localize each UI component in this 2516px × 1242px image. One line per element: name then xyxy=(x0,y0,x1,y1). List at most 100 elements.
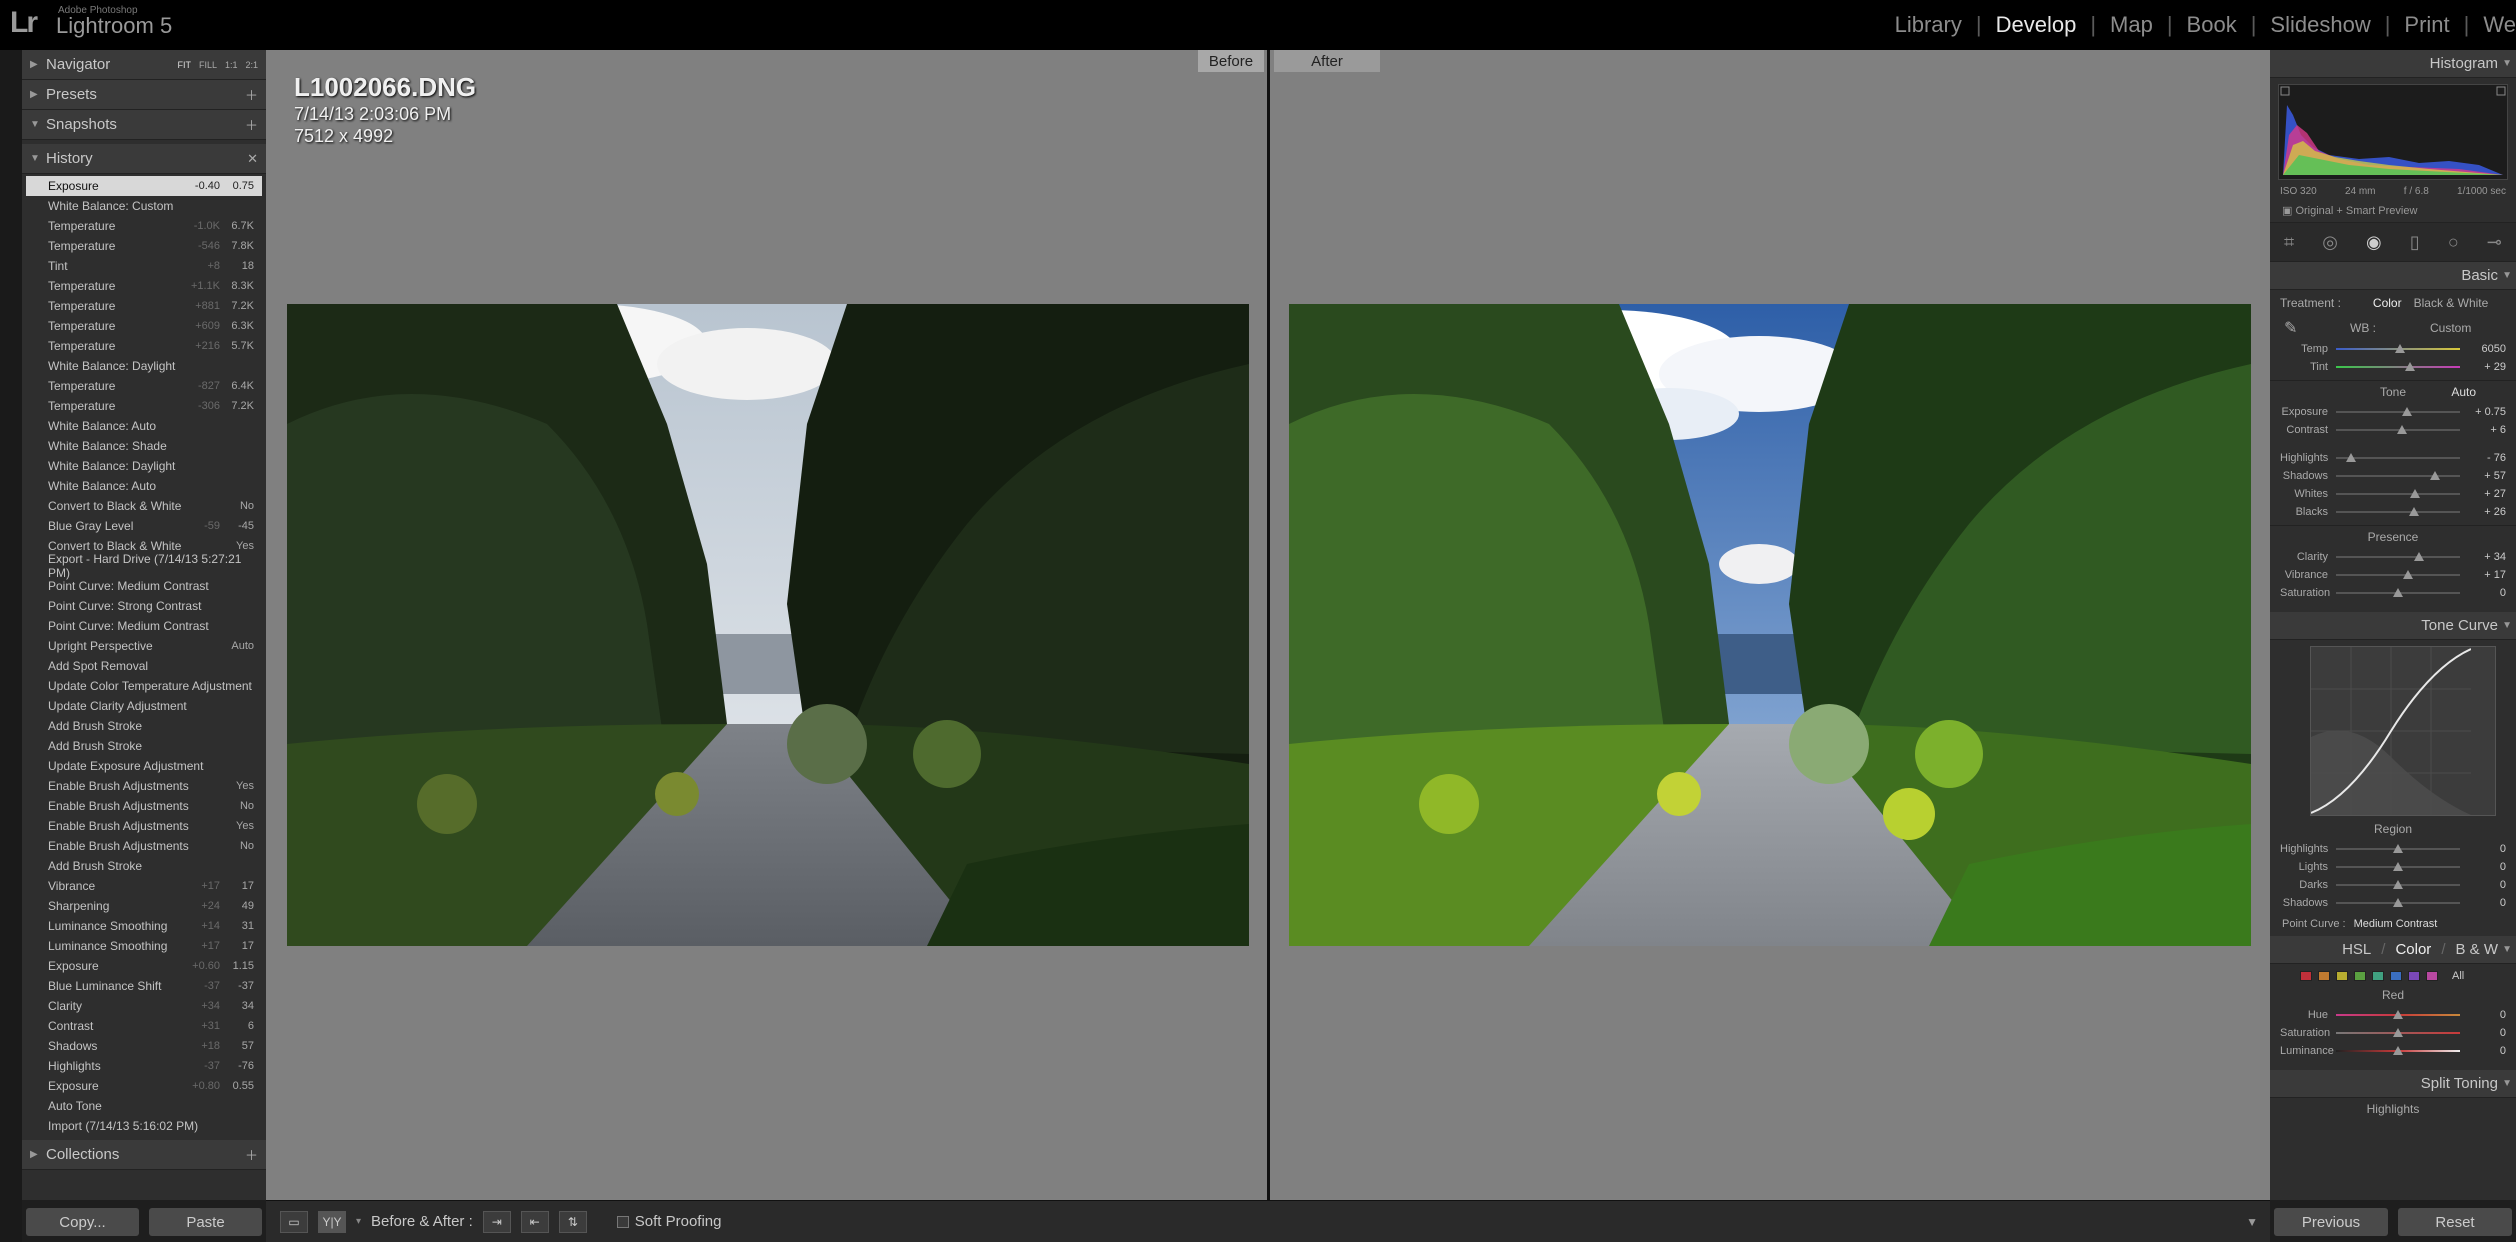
history-item[interactable]: Export - Hard Drive (7/14/13 5:27:21 PM) xyxy=(26,552,262,580)
module-develop[interactable]: Develop xyxy=(1996,12,2077,38)
slider-clarity[interactable]: Clarity + 34 xyxy=(2270,548,2516,566)
tone-curve-graph[interactable] xyxy=(2310,646,2496,816)
slider-thumb[interactable] xyxy=(2393,1028,2403,1037)
history-item[interactable]: Exposure +0.80 0.55 xyxy=(26,1076,262,1096)
history-item[interactable]: Add Brush Stroke xyxy=(26,856,262,876)
loupe-view-button[interactable]: ▭ xyxy=(280,1210,308,1233)
slider-thumb[interactable] xyxy=(2405,362,2416,371)
slider-thumb[interactable] xyxy=(2409,507,2420,516)
slider-highlights[interactable]: Highlights - 76 xyxy=(2270,449,2516,467)
slider-thumb[interactable] xyxy=(2393,1046,2403,1055)
copy-before-to-after-button[interactable]: ⇥ xyxy=(482,1210,511,1233)
basic-header[interactable]: Basic ▼ xyxy=(2270,262,2516,290)
slider-track[interactable] xyxy=(2336,425,2460,434)
slider-track[interactable] xyxy=(2336,344,2460,353)
slider-luminance[interactable]: Luminance 0 xyxy=(2270,1042,2516,1060)
toolbar-options-icon[interactable]: ▼ xyxy=(2246,1215,2258,1229)
history-item[interactable]: White Balance: Daylight xyxy=(26,356,262,376)
history-item[interactable]: Temperature +881 7.2K xyxy=(26,296,262,316)
slider-track[interactable] xyxy=(2336,489,2460,498)
slider-track[interactable] xyxy=(2336,588,2460,597)
history-item[interactable]: Luminance Smoothing +17 17 xyxy=(26,936,262,956)
slider-track[interactable] xyxy=(2336,1028,2460,1037)
history-item[interactable]: Temperature -306 7.2K xyxy=(26,396,262,416)
slider-track[interactable] xyxy=(2336,898,2460,907)
treatment-color[interactable]: Color xyxy=(2373,296,2402,310)
zoom-1-1[interactable]: 1:1 xyxy=(225,60,238,70)
slider-thumb[interactable] xyxy=(2345,453,2356,462)
slider-thumb[interactable] xyxy=(2395,344,2406,353)
history-item[interactable]: Tint +8 18 xyxy=(26,256,262,276)
tab-bw[interactable]: B & W xyxy=(2455,941,2498,958)
history-item[interactable]: Clarity +34 34 xyxy=(26,996,262,1016)
slider-thumb[interactable] xyxy=(2402,570,2413,579)
slider-thumb[interactable] xyxy=(2393,1010,2403,1019)
red-eye-icon[interactable]: ◉ xyxy=(2366,232,2382,253)
history-item[interactable]: White Balance: Auto xyxy=(26,476,262,496)
history-item[interactable]: Point Curve: Medium Contrast xyxy=(26,576,262,596)
history-item[interactable]: Point Curve: Strong Contrast xyxy=(26,596,262,616)
history-item[interactable]: Update Clarity Adjustment xyxy=(26,696,262,716)
add-preset-icon[interactable]: ＋ xyxy=(245,85,258,104)
history-item[interactable]: White Balance: Shade xyxy=(26,436,262,456)
copy-after-to-before-button[interactable]: ⇤ xyxy=(520,1210,549,1233)
color-swatch[interactable] xyxy=(2372,971,2384,981)
slider-exposure[interactable]: Exposure + 0.75 xyxy=(2270,403,2516,421)
adjustment-brush-icon[interactable]: ⊸ xyxy=(2487,232,2502,253)
previous-button[interactable]: Previous xyxy=(2274,1208,2388,1236)
zoom-2-1[interactable]: 2:1 xyxy=(245,60,258,70)
presets-header[interactable]: ▶ Presets ＋ xyxy=(22,80,266,110)
slider-thumb[interactable] xyxy=(2414,552,2425,561)
slider-thumb[interactable] xyxy=(2393,898,2403,907)
history-item[interactable]: Enable Brush Adjustments Yes xyxy=(26,816,262,836)
graduated-filter-icon[interactable]: ▯ xyxy=(2410,232,2420,253)
clear-history-icon[interactable]: ✕ xyxy=(247,151,258,167)
slider-thumb[interactable] xyxy=(2393,844,2403,853)
zoom-fill[interactable]: FILL xyxy=(199,60,217,70)
color-swatch[interactable] xyxy=(2354,971,2366,981)
copy-button[interactable]: Copy... xyxy=(26,1208,139,1236)
slider-thumb[interactable] xyxy=(2393,588,2403,597)
history-item[interactable]: Upright Perspective Auto xyxy=(26,636,262,656)
slider-track[interactable] xyxy=(2336,507,2460,516)
slider-track[interactable] xyxy=(2336,453,2460,462)
history-item[interactable]: Update Exposure Adjustment xyxy=(26,756,262,776)
history-item[interactable]: Update Color Temperature Adjustment xyxy=(26,676,262,696)
history-item[interactable]: Exposure -0.40 0.75 xyxy=(26,176,262,196)
color-swatch[interactable] xyxy=(2318,971,2330,981)
history-item[interactable]: Temperature +216 5.7K xyxy=(26,336,262,356)
history-item[interactable]: Temperature +1.1K 8.3K xyxy=(26,276,262,296)
after-photo[interactable] xyxy=(1289,304,2251,946)
spot-removal-icon[interactable]: ◎ xyxy=(2322,232,2338,253)
auto-tone-button[interactable]: Auto xyxy=(2451,385,2476,399)
slider-contrast[interactable]: Contrast + 6 xyxy=(2270,421,2516,439)
add-collection-icon[interactable]: ＋ xyxy=(245,1145,258,1164)
crop-tool-icon[interactable]: ⌗ xyxy=(2284,232,2294,253)
snapshots-header[interactable]: ▼ Snapshots ＋ xyxy=(22,110,266,140)
slider-lights[interactable]: Lights 0 xyxy=(2270,858,2516,876)
history-item[interactable]: Enable Brush Adjustments Yes xyxy=(26,776,262,796)
split-toning-header[interactable]: Split Toning ▼ xyxy=(2270,1070,2516,1098)
slider-saturation[interactable]: Saturation 0 xyxy=(2270,1024,2516,1042)
before-photo[interactable] xyxy=(287,304,1249,946)
slider-shadows[interactable]: Shadows 0 xyxy=(2270,894,2516,912)
history-item[interactable]: White Balance: Custom xyxy=(26,196,262,216)
module-we[interactable]: We xyxy=(2483,12,2516,38)
slider-whites[interactable]: Whites + 27 xyxy=(2270,485,2516,503)
module-print[interactable]: Print xyxy=(2404,12,2449,38)
slider-thumb[interactable] xyxy=(2396,425,2407,434)
tab-color[interactable]: Color xyxy=(2395,941,2431,958)
color-swatch[interactable] xyxy=(2390,971,2402,981)
slider-track[interactable] xyxy=(2336,471,2460,480)
history-item[interactable]: Import (7/14/13 5:16:02 PM) xyxy=(26,1116,262,1136)
history-item[interactable]: Enable Brush Adjustments No xyxy=(26,796,262,816)
zoom-fit[interactable]: FIT xyxy=(177,60,191,70)
add-snapshot-icon[interactable]: ＋ xyxy=(245,115,258,134)
history-item[interactable]: Highlights -37 -76 xyxy=(26,1056,262,1076)
module-map[interactable]: Map xyxy=(2110,12,2153,38)
slider-thumb[interactable] xyxy=(2393,880,2403,889)
slider-shadows[interactable]: Shadows + 57 xyxy=(2270,467,2516,485)
slider-track[interactable] xyxy=(2336,844,2460,853)
history-item[interactable]: Blue Luminance Shift -37 -37 xyxy=(26,976,262,996)
tone-curve-header[interactable]: Tone Curve ▼ xyxy=(2270,612,2516,640)
